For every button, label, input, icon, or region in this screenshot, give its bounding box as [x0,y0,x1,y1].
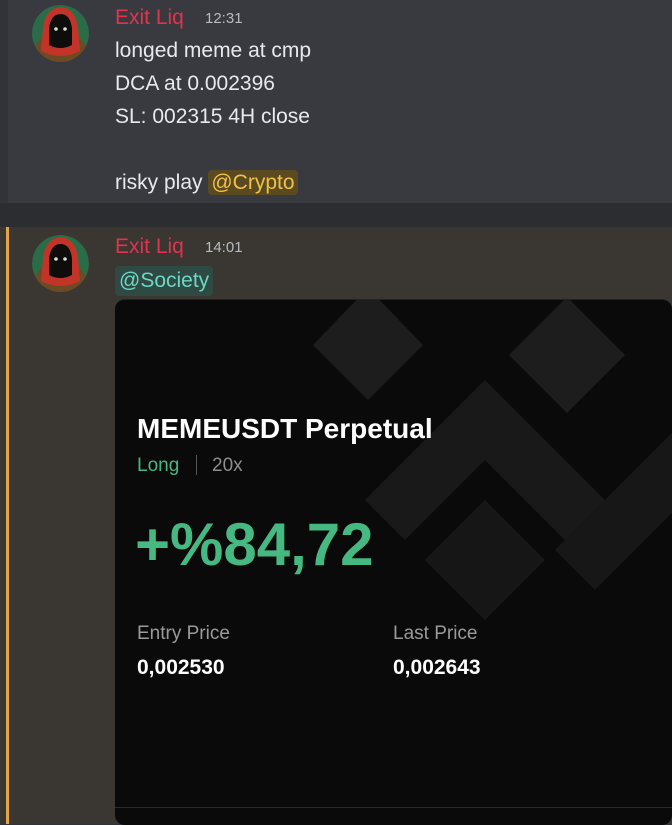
message-separator [0,203,672,227]
card-divider [115,807,672,808]
user-avatar[interactable] [32,5,89,62]
leverage: 20x [212,455,243,476]
position-side: Long [137,455,180,476]
role-mention-crypto[interactable]: @Crypto [208,170,298,195]
timestamp: 12:31 [205,10,243,27]
username[interactable]: Exit Liq [115,6,184,30]
entry-price-label: Entry Price [137,623,230,644]
last-price-value: 0,002643 [393,656,481,679]
username[interactable]: Exit Liq [115,235,184,259]
message-text: risky play [115,171,209,194]
message-line: SL: 002315 4H close [115,105,310,128]
role-mention-society[interactable]: @Society [115,266,214,296]
message-line: longed meme at cmp [115,39,312,62]
trade-card-image[interactable]: MEMEUSDT Perpetual Long 20x +%84,72 Entr… [115,299,672,825]
message-1 [8,0,672,203]
timestamp: 14:01 [205,239,243,256]
message-line-with-mention: risky play @Crypto [115,170,298,196]
entry-price-value: 0,002530 [137,656,225,679]
last-price-label: Last Price [393,623,478,644]
message-line: DCA at 0.002396 [115,72,275,95]
user-avatar[interactable] [32,235,89,292]
mention-highlight-bar [6,227,9,824]
trade-pair-title: MEMEUSDT Perpetual [137,413,433,444]
divider [196,455,197,475]
pnl-percentage: +%84,72 [135,511,374,578]
